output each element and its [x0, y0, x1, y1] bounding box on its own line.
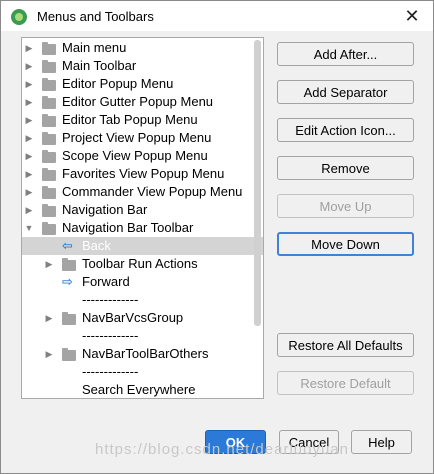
tree-row-label: Main menu — [62, 40, 127, 55]
tree-row-label: NavBarToolBarOthers — [82, 346, 209, 361]
folder-icon — [42, 168, 56, 181]
tree-row[interactable]: ▶ Favorites View Popup Menu — [22, 165, 263, 183]
tree-row-label: Scope View Popup Menu — [62, 148, 208, 163]
restore-default-button[interactable]: Restore Default — [277, 371, 414, 395]
dialog-title: Menus and Toolbars — [37, 9, 154, 24]
tree-row-label: Navigation Bar Toolbar — [62, 220, 194, 235]
folder-icon — [62, 312, 76, 325]
tree-row[interactable]: ▶ Main Toolbar — [22, 57, 263, 75]
tree-row[interactable]: ▶ NavBarToolBarOthers — [22, 345, 263, 363]
tree-row-label: Favorites View Popup Menu — [62, 166, 225, 181]
tree-row[interactable]: ⇨ Forward — [22, 273, 263, 291]
collapsed-arrow-icon[interactable]: ▶ — [24, 115, 34, 125]
tree-row[interactable]: ▶ Commander View Popup Menu — [22, 183, 263, 201]
android-studio-app-icon — [11, 9, 27, 25]
folder-icon — [42, 150, 56, 163]
tree-row[interactable]: ▶ Main menu — [22, 39, 263, 57]
menu-tree[interactable]: Search Everywhere ------------- ▶ NavBarToo… — [21, 37, 264, 399]
folder-icon — [62, 348, 76, 361]
tree-row-label: Commander View Popup Menu — [62, 184, 243, 199]
tree-scrollbar-thumb[interactable] — [254, 40, 261, 326]
tree-row-label: ------------- — [82, 364, 139, 379]
tree-row[interactable]: ▶ Editor Popup Menu — [22, 75, 263, 93]
tree-row[interactable]: ⇦ Back — [22, 237, 263, 255]
ok-button[interactable]: OK — [205, 430, 266, 454]
folder-icon — [42, 132, 56, 145]
folder-icon — [42, 222, 56, 235]
folder-icon — [42, 96, 56, 109]
folder-icon — [62, 258, 76, 271]
tree-row[interactable]: ▶ NavBarVcsGroup — [22, 309, 263, 327]
tree-row[interactable]: ------------- — [22, 363, 263, 381]
title-bar: Menus and Toolbars ✕ — [1, 1, 433, 31]
collapsed-arrow-icon[interactable]: ▶ — [24, 43, 34, 53]
expanded-arrow-icon[interactable]: ▼ — [24, 223, 34, 233]
tree-row-label: Search Everywhere — [82, 382, 196, 397]
tree-row[interactable]: ------------- — [22, 291, 263, 309]
cancel-button[interactable]: Cancel — [279, 430, 339, 454]
menus-and-toolbars-dialog: Menus and Toolbars ✕ Search Everywhere --… — [0, 0, 434, 474]
forward-arrow-icon: ⇨ — [62, 274, 73, 289]
tree-row[interactable]: ▶ Editor Tab Popup Menu — [22, 111, 263, 129]
tree-row-label: ------------- — [82, 328, 139, 343]
tree-row[interactable]: ▶ Project View Popup Menu — [22, 129, 263, 147]
tree-row[interactable]: Search Everywhere — [22, 381, 263, 398]
collapsed-arrow-icon[interactable]: ▶ — [24, 187, 34, 197]
back-arrow-icon: ⇦ — [62, 238, 73, 253]
move-up-button[interactable]: Move Up — [277, 194, 414, 218]
collapsed-arrow-icon[interactable]: ▶ — [44, 313, 54, 323]
tree-row-label: Back — [82, 238, 111, 253]
tree-row-label: Editor Tab Popup Menu — [62, 112, 198, 127]
collapsed-arrow-icon[interactable]: ▶ — [24, 205, 34, 215]
collapsed-arrow-icon[interactable]: ▶ — [24, 97, 34, 107]
collapsed-arrow-icon[interactable]: ▶ — [24, 169, 34, 179]
move-down-button[interactable]: Move Down — [277, 232, 414, 256]
folder-icon — [42, 78, 56, 91]
tree-row[interactable]: ▼ Navigation Bar Toolbar — [22, 219, 263, 237]
tree-row-label: Project View Popup Menu — [62, 130, 212, 145]
collapsed-arrow-icon[interactable]: ▶ — [24, 79, 34, 89]
folder-icon — [42, 186, 56, 199]
folder-icon — [42, 114, 56, 127]
tree-row[interactable]: ▶ Navigation Bar — [22, 201, 263, 219]
edit-action-icon-button[interactable]: Edit Action Icon... — [277, 118, 414, 142]
tree-row[interactable]: ------------- — [22, 327, 263, 345]
help-button[interactable]: Help — [351, 430, 412, 454]
tree-row-label: Toolbar Run Actions — [82, 256, 198, 271]
collapsed-arrow-icon[interactable]: ▶ — [24, 61, 34, 71]
restore-all-defaults-button[interactable]: Restore All Defaults — [277, 333, 414, 357]
collapsed-arrow-icon[interactable]: ▶ — [24, 151, 34, 161]
tree-row[interactable]: ▶ Scope View Popup Menu — [22, 147, 263, 165]
tree-row-label: Main Toolbar — [62, 58, 137, 73]
add-separator-button[interactable]: Add Separator — [277, 80, 414, 104]
tree-row-label: Editor Popup Menu — [62, 76, 174, 91]
tree-row[interactable]: ▶ Editor Gutter Popup Menu — [22, 93, 263, 111]
tree-row-label: NavBarVcsGroup — [82, 310, 184, 325]
tree-row-label: Editor Gutter Popup Menu — [62, 94, 214, 109]
folder-icon — [42, 42, 56, 55]
collapsed-arrow-icon[interactable]: ▶ — [24, 133, 34, 143]
remove-button[interactable]: Remove — [277, 156, 414, 180]
tree-row-label: ------------- — [82, 292, 139, 307]
tree-row[interactable]: ▶ Toolbar Run Actions — [22, 255, 263, 273]
folder-icon — [42, 204, 56, 217]
add-after-button[interactable]: Add After... — [277, 42, 414, 66]
tree-row-label: Navigation Bar — [62, 202, 148, 217]
collapsed-arrow-icon[interactable]: ▶ — [44, 259, 54, 269]
close-button[interactable]: ✕ — [395, 3, 429, 29]
folder-icon — [42, 60, 56, 73]
tree-row-label: Forward — [82, 274, 130, 289]
collapsed-arrow-icon[interactable]: ▶ — [44, 349, 54, 359]
